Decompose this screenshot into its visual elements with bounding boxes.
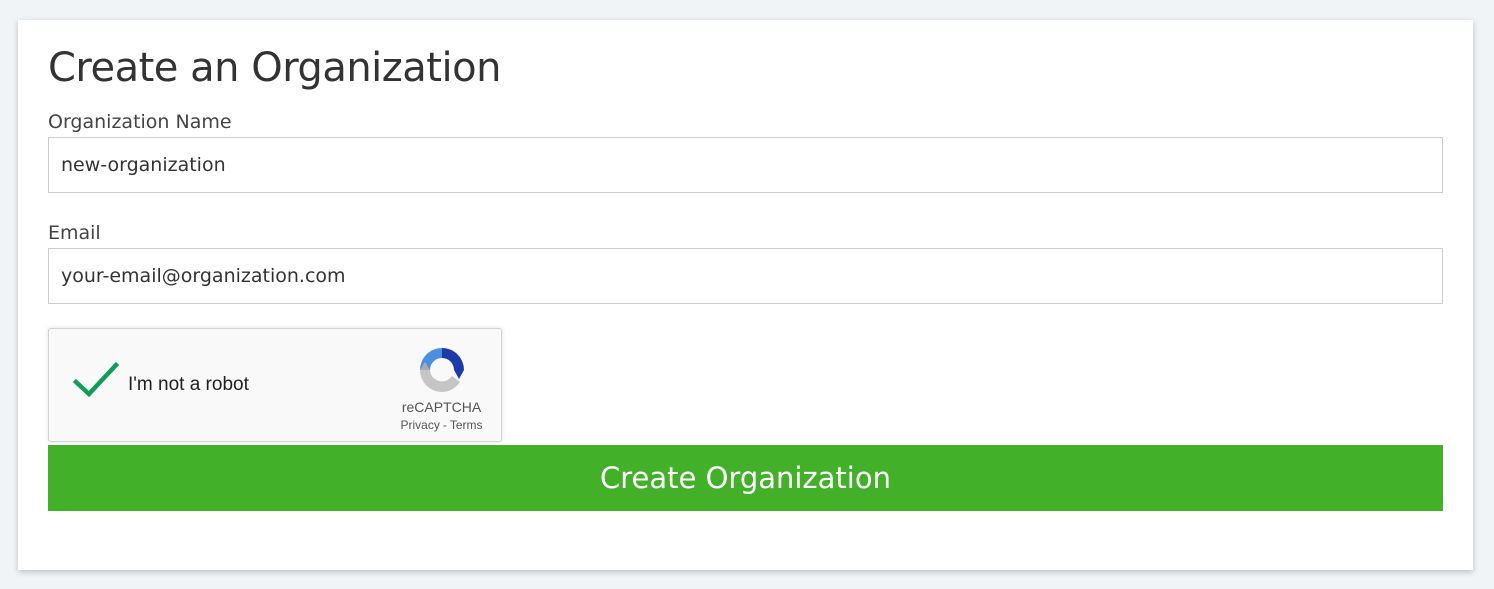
- recaptcha-links: Privacy - Terms: [389, 418, 494, 432]
- link-separator: -: [442, 418, 447, 432]
- checkmark-icon[interactable]: [73, 361, 119, 399]
- organization-name-label: Organization Name: [48, 111, 232, 133]
- organization-name-input[interactable]: [48, 137, 1443, 193]
- create-organization-card: Create an Organization Organization Name…: [18, 20, 1473, 570]
- recaptcha-label: I'm not a robot: [128, 374, 249, 395]
- privacy-link[interactable]: Privacy: [400, 418, 439, 432]
- email-input[interactable]: [48, 248, 1443, 304]
- terms-link[interactable]: Terms: [450, 418, 483, 432]
- recaptcha-brand: reCAPTCHA: [401, 399, 482, 415]
- create-organization-button[interactable]: Create Organization: [48, 445, 1443, 511]
- recaptcha-logo-icon: [420, 348, 464, 392]
- page-title: Create an Organization: [48, 45, 501, 91]
- email-label: Email: [48, 222, 101, 244]
- recaptcha-widget: I'm not a robot reCAPTCHA Privacy - Terms: [48, 328, 502, 442]
